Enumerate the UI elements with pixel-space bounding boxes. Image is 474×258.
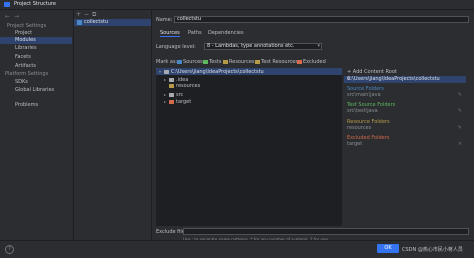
sidebar-item-sdks[interactable]: SDKs [0,79,72,86]
tree-root-row[interactable]: ▾ C:\Users\jiang\IdeaProjects\collectstu [156,68,342,75]
sidebar-item-artifacts[interactable]: Artifacts [0,63,72,70]
module-settings-pane: Name: collectstu Sources Paths Dependenc… [152,10,474,242]
tab-dependencies[interactable]: Dependencies [208,30,244,36]
content-root-header: C:\Users\jiang\IdeaProjects\collectstu × [344,76,466,83]
tree-row-target[interactable]: ▸ target [164,98,191,105]
sources-folder-icon [177,59,182,64]
tab-paths[interactable]: Paths [188,30,202,36]
folder-icon [169,92,174,97]
sidebar-item-modules[interactable]: Modules [0,37,72,44]
copy-module-icon[interactable]: ⧉ [92,11,96,19]
mark-resources-button[interactable]: Resources [223,59,255,65]
language-level-select[interactable]: 8 - Lambdas, type annotations etc. ▾ [204,43,322,50]
tree-row-idea[interactable]: ▸ .idea [164,76,188,83]
chevron-down-icon: ▾ [317,43,320,49]
add-content-root-button[interactable]: + Add Content Root [347,69,397,75]
folder-icon [169,83,174,88]
source-folder-path: src\main\java [347,92,381,98]
watermark-text: CSDN @热心市民小蒋人员 [402,247,463,253]
language-level-label: Language level: [156,44,196,50]
tests-folder-icon [203,59,208,64]
edit-icon[interactable]: ✎ [458,125,462,131]
test-source-folder-path: src\test\java [347,108,378,114]
tree-row-resources[interactable]: resources [164,83,200,90]
resources-folder-icon [223,59,228,64]
mark-sources-button[interactable]: Sources [177,59,203,65]
folder-icon [169,77,174,82]
edit-icon[interactable]: ✎ [458,92,462,98]
forward-icon[interactable]: → [14,13,19,20]
settings-sidebar: ← → Project Settings Project Modules Lib… [0,10,74,240]
exclude-files-input[interactable] [183,228,469,235]
folder-tree: ▾ C:\Users\jiang\IdeaProjects\collectstu … [156,68,342,226]
sidebar-item-global-libraries[interactable]: Global Libraries [0,87,72,94]
language-level-value: 8 - Lambdas, type annotations etc. [207,43,295,49]
mark-test-resources-button[interactable]: Test Resources [255,59,298,65]
section-project-settings: Project Settings [7,23,47,29]
sidebar-item-project[interactable]: Project [0,30,72,37]
ok-button[interactable]: OK [377,244,399,253]
tree-row-src[interactable]: ▸ src [164,91,183,98]
title-bar: Project Structure [0,0,474,10]
module-list-item[interactable]: collectstu [74,19,151,26]
test-resources-folder-icon [255,59,260,64]
mark-as-label: Mark as: [156,59,178,65]
window-title: Project Structure [14,1,56,7]
module-icon [77,20,82,25]
sidebar-item-problems[interactable]: Problems [0,102,72,109]
folder-icon [169,99,174,104]
remove-icon[interactable]: × [458,141,462,147]
section-platform-settings: Platform Settings [5,71,49,77]
excluded-folder-icon [297,59,302,64]
name-label: Name: [156,17,173,23]
add-module-icon[interactable]: + [76,11,81,18]
dialog-footer: ? OK CSDN @热心市民小蒋人员 [0,240,474,258]
help-icon[interactable]: ? [5,245,14,254]
content-roots-panel: + Add Content Root C:\Users\jiang\IdeaPr… [344,68,466,226]
mark-excluded-button[interactable]: Excluded [297,59,326,65]
module-name: collectstu [84,19,109,25]
app-icon [4,2,10,7]
close-icon[interactable]: × [347,76,463,83]
module-list-pane: + − ⧉ collectstu [74,10,152,240]
mark-tests-button[interactable]: Tests [203,59,221,65]
sidebar-item-facets[interactable]: Facets [0,54,72,61]
module-name-field[interactable]: collectstu [174,16,469,23]
remove-module-icon[interactable]: − [84,11,89,18]
resource-folder-path: resources [347,125,372,131]
sidebar-item-libraries[interactable]: Libraries [0,45,72,52]
excluded-folder-path: target [347,141,363,147]
folder-icon [164,69,169,74]
edit-icon[interactable]: ✎ [458,108,462,114]
back-icon[interactable]: ← [5,13,10,20]
tab-sources[interactable]: Sources [160,30,180,37]
